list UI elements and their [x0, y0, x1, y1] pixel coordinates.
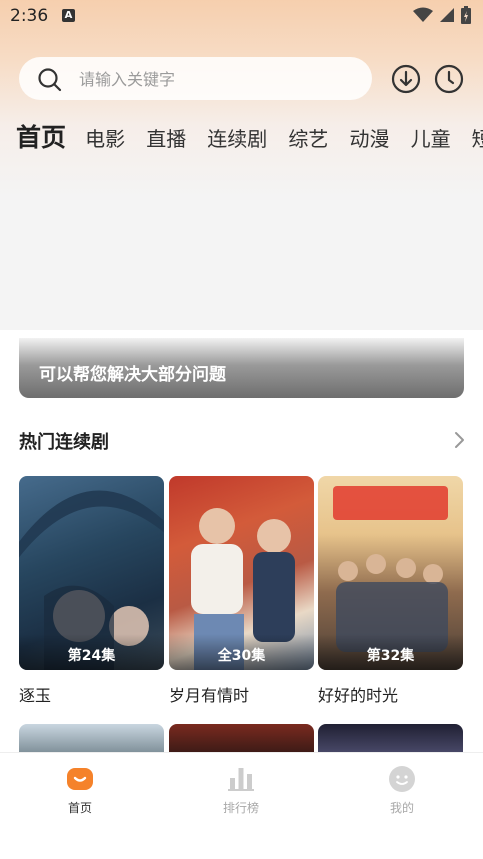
show-card[interactable]: 第24集 逐玉 — [19, 476, 164, 706]
bottom-navigation: 首页 排行榜 我的 — [0, 752, 483, 859]
show-poster[interactable] — [318, 724, 463, 754]
nav-label: 首页 — [67, 801, 92, 815]
episode-badge: 第24集 — [19, 634, 164, 670]
wifi-icon — [413, 7, 433, 22]
episode-badge: 全30集 — [169, 634, 314, 670]
battery-icon — [461, 6, 471, 24]
tab-short[interactable]: 短 — [472, 123, 483, 152]
show-poster[interactable]: 全30集 — [169, 476, 314, 670]
banner-carousel[interactable]: 可以帮您解决大部分问题 — [19, 338, 464, 398]
tab-movie[interactable]: 电影 — [85, 123, 125, 152]
tab-home[interactable]: 首页 — [16, 118, 66, 154]
search-input[interactable] — [77, 65, 351, 93]
tab-anime[interactable]: 动漫 — [349, 123, 389, 152]
tab-kids[interactable]: 儿童 — [411, 123, 451, 152]
chevron-right-icon[interactable] — [452, 431, 466, 449]
home-icon — [67, 768, 93, 790]
show-card[interactable]: 全30集 岁月有情时 — [169, 476, 314, 706]
status-bar: 2:36 A — [0, 0, 483, 34]
show-poster[interactable] — [19, 724, 164, 754]
nav-home[interactable]: 首页 — [30, 765, 130, 816]
nav-label: 我的 — [389, 801, 414, 815]
show-poster[interactable]: 第24集 — [19, 476, 164, 670]
show-title[interactable]: 好好的时光 — [318, 682, 463, 706]
show-card[interactable]: 第32集 好好的时光 — [318, 476, 463, 706]
show-title[interactable]: 逐玉 — [19, 682, 164, 706]
bar-chart-icon — [228, 768, 254, 791]
show-poster[interactable] — [169, 724, 314, 754]
episode-badge: 第32集 — [318, 634, 463, 670]
clock-icon[interactable] — [434, 64, 464, 94]
banner-caption: 可以帮您解决大部分问题 — [39, 365, 226, 385]
system-icons — [413, 6, 471, 24]
show-poster[interactable]: 第32集 — [318, 476, 463, 670]
category-tabs: 首页 电影 直播 连续剧 综艺 动漫 儿童 短 — [16, 118, 483, 154]
search-icon — [38, 68, 62, 92]
tab-series[interactable]: 连续剧 — [207, 123, 267, 152]
section-title: 热门连续剧 — [19, 432, 109, 453]
notification-icon: A — [62, 9, 75, 22]
signal-icon — [440, 8, 454, 22]
nav-profile[interactable]: 我的 — [352, 765, 452, 816]
profile-icon — [389, 766, 415, 792]
header-background — [0, 0, 483, 330]
tab-variety[interactable]: 综艺 — [288, 123, 328, 152]
status-time: 2:36 — [10, 6, 49, 26]
show-title[interactable]: 岁月有情时 — [169, 682, 314, 706]
nav-ranking[interactable]: 排行榜 — [191, 765, 291, 816]
nav-label: 排行榜 — [222, 801, 259, 815]
search-bar[interactable] — [19, 57, 372, 100]
download-icon[interactable] — [391, 64, 421, 94]
tab-live[interactable]: 直播 — [146, 123, 186, 152]
